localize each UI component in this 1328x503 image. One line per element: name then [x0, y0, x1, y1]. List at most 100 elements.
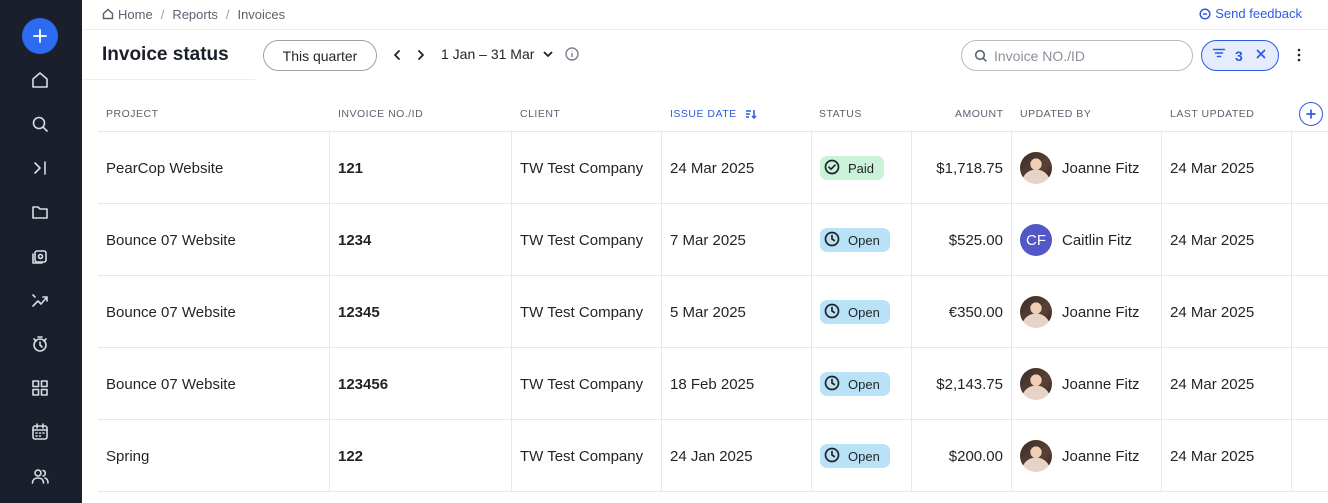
column-divider: [1011, 132, 1012, 203]
column-divider: [1011, 348, 1012, 419]
sidebar-calendar[interactable]: [28, 420, 52, 444]
table-row[interactable]: Spring 122 TW Test Company 24 Jan 2025 O…: [98, 420, 1328, 492]
calendar-icon: [32, 423, 48, 440]
send-feedback-link[interactable]: Send feedback: [1199, 6, 1302, 21]
clock-icon: [824, 447, 848, 466]
more-options-button[interactable]: [1291, 46, 1307, 64]
column-issue-date[interactable]: ISSUE DATE: [670, 108, 757, 120]
updated-by-name: Caitlin Fitz: [1062, 231, 1133, 249]
column-divider: [661, 276, 662, 347]
column-divider: [661, 132, 662, 203]
cell-invoice[interactable]: 1234: [338, 204, 371, 276]
page-title: Invoice status: [102, 44, 229, 65]
cell-project[interactable]: Bounce 07 Website: [106, 348, 236, 420]
cell-invoice[interactable]: 123456: [338, 348, 388, 420]
invoice-search[interactable]: [961, 40, 1193, 71]
cell-project[interactable]: Bounce 07 Website: [106, 276, 236, 348]
chat-icon: [1199, 7, 1211, 20]
cell-updated-by: Joanne Fitz: [1020, 276, 1140, 348]
column-divider: [329, 204, 330, 275]
sidebar-portfolio[interactable]: [28, 244, 52, 268]
column-divider: [1011, 276, 1012, 347]
cell-last-updated: 24 Mar 2025: [1170, 303, 1255, 321]
sidebar-apps[interactable]: [28, 376, 52, 400]
column-updated-by[interactable]: UPDATED BY: [1020, 108, 1091, 120]
table-header: PROJECT INVOICE NO./ID CLIENT ISSUE DATE…: [98, 96, 1328, 132]
cell-client: TW Test Company: [520, 231, 644, 249]
cell-last-updated: 24 Mar 2025: [1170, 375, 1255, 393]
table-row[interactable]: PearCop Website 121 TW Test Company 24 M…: [98, 132, 1328, 204]
cell-status: Paid: [820, 132, 885, 204]
status-badge: Open: [820, 228, 890, 252]
status-badge: Open: [820, 444, 890, 468]
table-row[interactable]: Bounce 07 Website 12345 TW Test Company …: [98, 276, 1328, 348]
sidebar-search[interactable]: [28, 112, 52, 136]
table-row[interactable]: Bounce 07 Website 1234 TW Test Company 7…: [98, 204, 1328, 276]
clock-icon: [824, 303, 848, 322]
avatar: [1020, 440, 1052, 472]
date-range-label: 1 Jan – 31 Mar: [441, 46, 535, 62]
breadcrumb-reports[interactable]: Reports: [172, 7, 218, 22]
column-client[interactable]: CLIENT: [520, 108, 560, 120]
collapse-icon: [34, 161, 46, 175]
column-project[interactable]: PROJECT: [106, 108, 159, 120]
cell-invoice[interactable]: 122: [338, 420, 363, 492]
cell-project[interactable]: Spring: [106, 420, 149, 492]
breadcrumb-home[interactable]: Home: [118, 7, 153, 22]
sidebar-insights[interactable]: [28, 288, 52, 312]
info-icon[interactable]: [565, 47, 579, 61]
search-input[interactable]: [994, 47, 1174, 64]
folder-icon: [32, 206, 48, 219]
clear-filters-button[interactable]: [1243, 47, 1267, 65]
check-circle-icon: [824, 159, 840, 174]
cell-updated-by: CF Caitlin Fitz: [1020, 204, 1132, 276]
search-icon: [974, 49, 987, 62]
column-amount[interactable]: AMOUNT: [955, 108, 1004, 120]
status-label: Open: [848, 376, 880, 392]
cell-amount: $525.00: [948, 231, 1003, 249]
breadcrumb-separator: /: [225, 6, 230, 22]
cell-project[interactable]: Bounce 07 Website: [106, 204, 236, 276]
next-period-button[interactable]: [412, 46, 430, 64]
column-issue-date-label: ISSUE DATE: [670, 108, 737, 120]
updated-by-name: Joanne Fitz: [1062, 303, 1140, 321]
status-label: Open: [848, 232, 880, 248]
sidebar-projects[interactable]: [28, 200, 52, 224]
previous-period-button[interactable]: [388, 46, 406, 64]
sidebar-expand[interactable]: [28, 156, 52, 180]
portfolio-icon: [32, 250, 47, 264]
create-button[interactable]: [22, 18, 58, 54]
period-button[interactable]: This quarter: [263, 40, 377, 71]
add-column-button[interactable]: [1299, 102, 1323, 126]
column-divider: [1291, 348, 1292, 419]
column-divider: [1291, 420, 1292, 491]
cell-invoice[interactable]: 12345: [338, 276, 380, 348]
cell-client: TW Test Company: [520, 447, 644, 465]
cell-issue-date: 5 Mar 2025: [670, 303, 746, 321]
home-icon: [32, 72, 48, 88]
send-feedback-label: Send feedback: [1215, 6, 1302, 21]
clock-icon: [824, 447, 840, 462]
column-status[interactable]: STATUS: [819, 108, 862, 120]
column-divider: [1291, 204, 1292, 275]
column-last-updated[interactable]: LAST UPDATED: [1170, 108, 1254, 120]
table-row[interactable]: Bounce 07 Website 123456 TW Test Company…: [98, 348, 1328, 420]
cell-project[interactable]: PearCop Website: [106, 132, 223, 204]
filter-chip[interactable]: 3: [1201, 40, 1279, 71]
column-divider: [1161, 204, 1162, 275]
header-divider: [82, 29, 1328, 30]
column-divider: [511, 132, 512, 203]
sidebar-people[interactable]: [28, 464, 52, 488]
search-icon: [32, 116, 48, 132]
column-divider: [811, 132, 812, 203]
sidebar-home[interactable]: [28, 68, 52, 92]
cell-amount: $1,718.75: [936, 159, 1003, 177]
updated-by-name: Joanne Fitz: [1062, 447, 1140, 465]
date-range-dropdown[interactable]: 1 Jan – 31 Mar: [441, 46, 554, 62]
clock-icon: [824, 231, 840, 246]
close-icon: [1256, 48, 1266, 59]
cell-invoice[interactable]: 121: [338, 132, 363, 204]
column-invoice[interactable]: INVOICE NO./ID: [338, 108, 423, 120]
sidebar-time[interactable]: [28, 332, 52, 356]
cell-issue-date: 24 Mar 2025: [670, 159, 755, 177]
